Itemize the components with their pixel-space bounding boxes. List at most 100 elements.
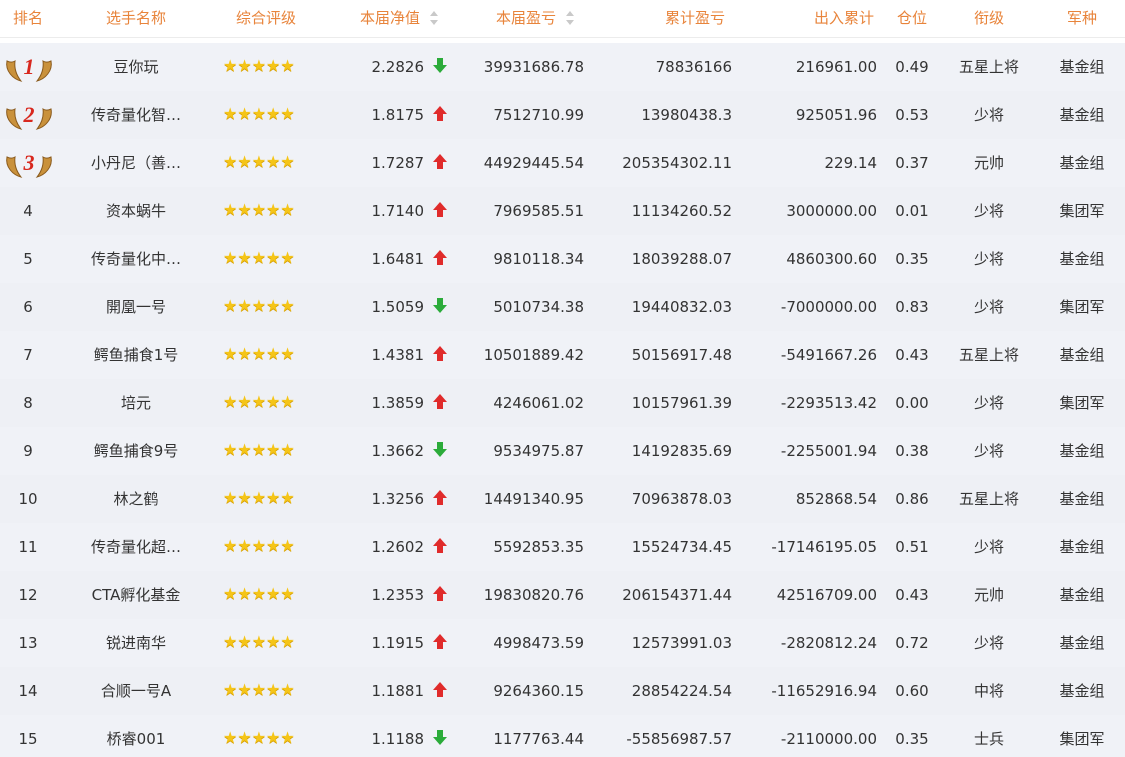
title-cell: 少将	[973, 106, 1004, 124]
player-name-link[interactable]: 開凰一号	[76, 283, 196, 331]
player-name-link[interactable]: 传奇量化智…	[76, 91, 196, 139]
trend-up-arrow-icon	[433, 538, 447, 554]
rank-cell: 8	[23, 394, 33, 412]
title-cell: 少将	[973, 298, 1004, 316]
title-cell: 少将	[973, 634, 1004, 652]
player-name-link[interactable]: 培元	[76, 379, 196, 427]
branch-cell: 基金组	[1059, 490, 1105, 508]
header-nav[interactable]: 本届净值	[360, 0, 455, 36]
position-cell: 0.53	[895, 106, 929, 124]
table-row[interactable]: 15 桥睿001 ★★★★★ 1.1188 1177763.44 -55856987.57…	[0, 715, 1125, 757]
player-name-link[interactable]: 鳄鱼捕食9号	[76, 427, 196, 475]
flow-cell: -11652916.94	[771, 682, 877, 700]
pnl-cell: 4246061.02	[493, 394, 584, 412]
position-cell: 0.51	[895, 538, 929, 556]
rating-stars-icon: ★★★★★	[223, 584, 295, 603]
table-row[interactable]: 13 锐进南华 ★★★★★ 1.1915 4998473.59 12573991.03 -2…	[0, 619, 1125, 667]
header-rating[interactable]: 综合评级	[216, 0, 316, 36]
header-branch[interactable]: 军种	[1042, 0, 1122, 36]
rank-cell: 6	[23, 298, 33, 316]
position-cell: 0.38	[895, 442, 929, 460]
pnl-cell: 9810118.34	[493, 250, 584, 268]
branch-cell: 集团军	[1059, 730, 1105, 748]
rank-cell: 12	[18, 586, 38, 604]
pnl-cell: 10501889.42	[483, 346, 584, 364]
table-row[interactable]: 11 传奇量化超… ★★★★★ 1.2602 5592853.35 15524734.45…	[0, 523, 1125, 571]
rank-cell: 11	[18, 538, 38, 556]
trend-up-arrow-icon	[433, 586, 447, 602]
header-rank[interactable]: 排名	[0, 0, 56, 36]
player-name-link[interactable]: 林之鹤	[76, 475, 196, 523]
title-cell: 少将	[973, 250, 1004, 268]
position-cell: 0.83	[895, 298, 929, 316]
rating-stars-icon: ★★★★★	[223, 104, 295, 123]
pnl-cell: 44929445.54	[483, 154, 584, 172]
cumulative-pnl-cell: 18039288.07	[631, 250, 732, 268]
pnl-cell: 7512710.99	[493, 106, 584, 124]
pnl-cell: 5010734.38	[493, 298, 584, 316]
player-name-link[interactable]: 豆你玩	[76, 43, 196, 91]
rating-stars-icon: ★★★★★	[223, 632, 295, 651]
player-name-link[interactable]: 资本蜗牛	[76, 187, 196, 235]
player-name-link[interactable]: 桥睿001	[76, 715, 196, 757]
rating-stars-icon: ★★★★★	[223, 488, 295, 507]
rating-stars-icon: ★★★★★	[223, 200, 295, 219]
title-cell: 元帅	[973, 586, 1004, 604]
pnl-cell: 39931686.78	[483, 58, 584, 76]
position-cell: 0.60	[895, 682, 929, 700]
header-player-name[interactable]: 选手名称	[86, 0, 186, 36]
player-name-link[interactable]: 鳄鱼捕食1号	[76, 331, 196, 379]
header-cumulative-pnl[interactable]: 累计盈亏	[640, 0, 750, 36]
flow-cell: -7000000.00	[780, 298, 877, 316]
table-row[interactable]: 14 合顺一号A ★★★★★ 1.1881 9264360.15 28854224.54 -…	[0, 667, 1125, 715]
table-row[interactable]: 12 CTA孵化基金 ★★★★★ 1.2353 19830820.76 206154371…	[0, 571, 1125, 619]
sort-icon[interactable]	[430, 10, 439, 25]
trend-down-arrow-icon	[433, 730, 447, 746]
player-name-link[interactable]: 锐进南华	[76, 619, 196, 667]
player-name-link[interactable]: 传奇量化超…	[76, 523, 196, 571]
player-name-link[interactable]: 传奇量化中…	[76, 235, 196, 283]
table-row[interactable]: 9 鳄鱼捕食9号 ★★★★★ 1.3662 9534975.87 14192835.69 -…	[0, 427, 1125, 475]
table-header: 排名 选手名称 综合评级 本届净值 本届盈亏 累计盈亏 出入累计 仓位 衔级 军…	[0, 0, 1125, 38]
title-cell: 中将	[973, 682, 1004, 700]
pnl-cell: 19830820.76	[483, 586, 584, 604]
trend-down-arrow-icon	[433, 442, 447, 458]
table-row[interactable]: 5 传奇量化中… ★★★★★ 1.6481 9810118.34 18039288.07 4…	[0, 235, 1125, 283]
player-name-link[interactable]: 合顺一号A	[76, 667, 196, 715]
pnl-cell: 5592853.35	[493, 538, 584, 556]
position-cell: 0.43	[895, 586, 929, 604]
table-row[interactable]: 10 林之鹤 ★★★★★ 1.3256 14491340.95 70963878.03 85…	[0, 475, 1125, 523]
pnl-cell: 1177763.44	[493, 730, 584, 748]
flow-cell: -2110000.00	[780, 730, 877, 748]
player-name-link[interactable]: CTA孵化基金	[76, 571, 196, 619]
position-cell: 0.72	[895, 634, 929, 652]
sort-icon[interactable]	[566, 10, 575, 25]
rank-number: 2	[23, 102, 35, 127]
cumulative-pnl-cell: 50156917.48	[631, 346, 732, 364]
rating-stars-icon: ★★★★★	[223, 536, 295, 555]
rank-cell: 4	[23, 202, 33, 220]
header-position[interactable]: 仓位	[886, 0, 938, 36]
table-row[interactable]: 1 豆你玩 ★★★★★ 2.2826 39931686.78 78836166 216961…	[0, 43, 1125, 91]
rating-stars-icon: ★★★★★	[223, 152, 295, 171]
header-pnl[interactable]: 本届盈亏	[496, 0, 591, 36]
flow-cell: -2293513.42	[780, 394, 877, 412]
nav-cell: 1.4381	[371, 346, 425, 364]
rank-cell: 14	[18, 682, 38, 700]
header-title[interactable]: 衔级	[950, 0, 1028, 36]
player-name-link[interactable]: 小丹尼（善…	[76, 139, 196, 187]
pnl-cell: 7969585.51	[493, 202, 584, 220]
flow-cell: 925051.96	[795, 106, 877, 124]
table-row[interactable]: 6 開凰一号 ★★★★★ 1.5059 5010734.38 19440832.03 -70…	[0, 283, 1125, 331]
table-row[interactable]: 4 资本蜗牛 ★★★★★ 1.7140 7969585.51 11134260.52 300…	[0, 187, 1125, 235]
table-row[interactable]: 2 传奇量化智… ★★★★★ 1.8175 7512710.99 13980438.3 92…	[0, 91, 1125, 139]
table-row[interactable]: 3 小丹尼（善… ★★★★★ 1.7287 44929445.54 205354302.1…	[0, 139, 1125, 187]
position-cell: 0.43	[895, 346, 929, 364]
cumulative-pnl-cell: 205354302.11	[622, 154, 732, 172]
rank-medal-icon: 2	[3, 97, 55, 133]
branch-cell: 集团军	[1059, 394, 1105, 412]
header-flow[interactable]: 出入累计	[772, 0, 874, 36]
rank-cell: 13	[18, 634, 38, 652]
table-row[interactable]: 7 鳄鱼捕食1号 ★★★★★ 1.4381 10501889.42 50156917.48…	[0, 331, 1125, 379]
table-row[interactable]: 8 培元 ★★★★★ 1.3859 4246061.02 10157961.39 -2293…	[0, 379, 1125, 427]
